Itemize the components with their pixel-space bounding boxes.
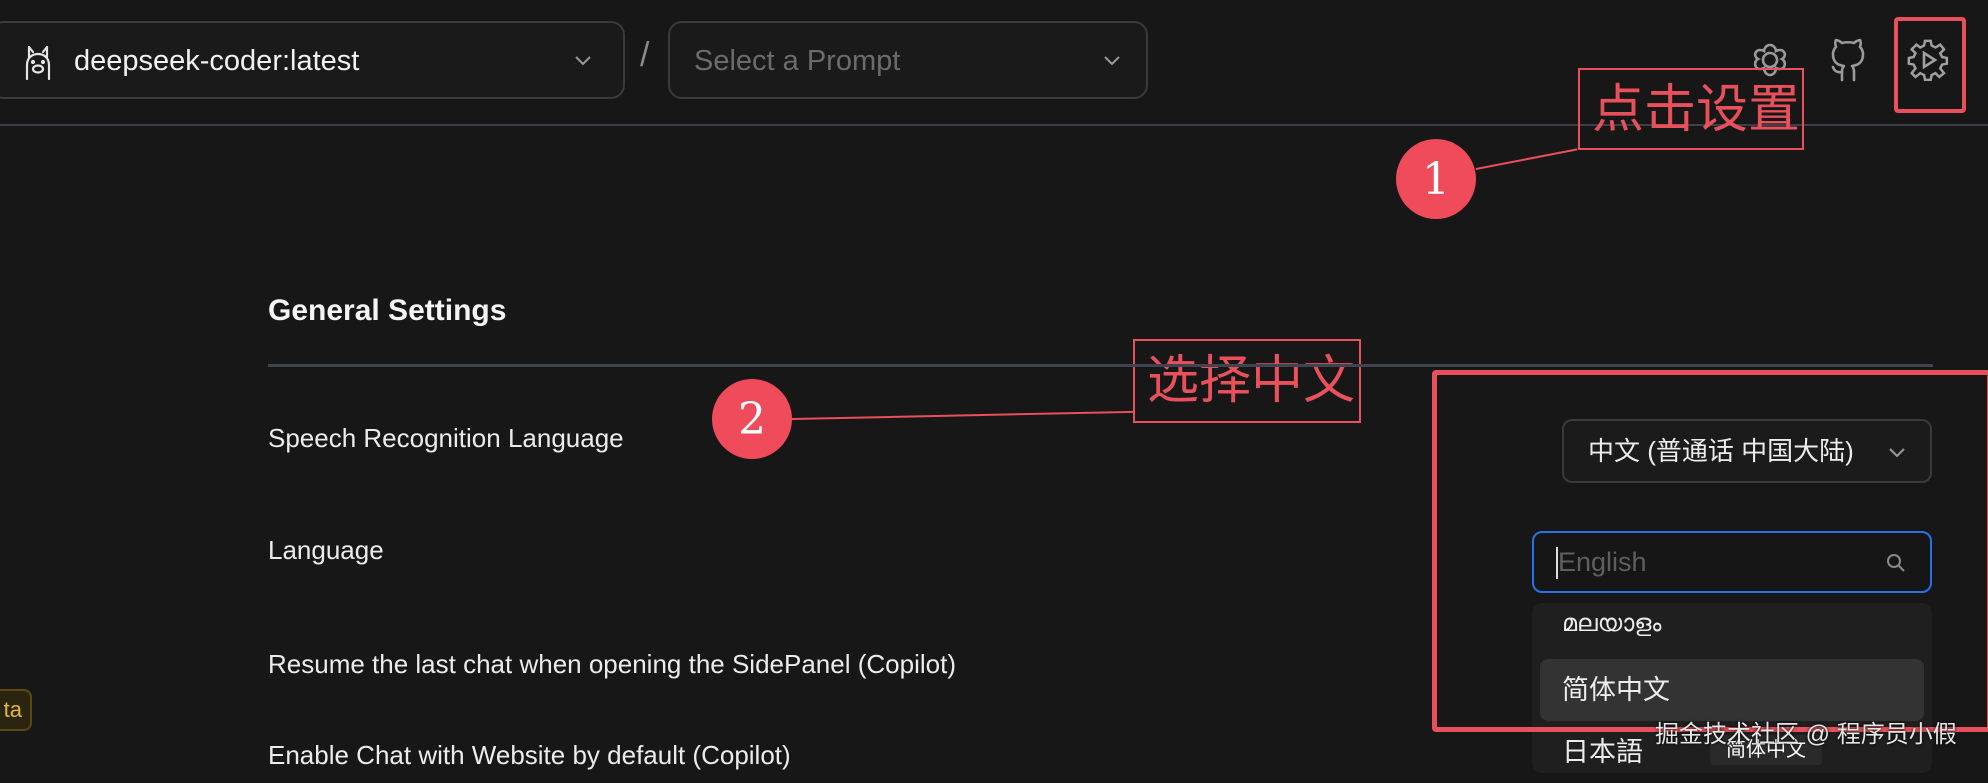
model-select[interactable]: deepseek-coder:latest [0, 21, 625, 99]
speech-language-label: Speech Recognition Language [268, 423, 624, 453]
chat-with-website-label: Enable Chat with Website by default (Cop… [268, 740, 791, 770]
chevron-down-icon [1104, 56, 1120, 66]
beta-badge: ta [0, 689, 32, 731]
section-title: General Settings [268, 294, 507, 327]
header-separator: / [640, 36, 650, 74]
settings-highlight-box [1894, 17, 1966, 113]
step2-label-box: 选择中文 [1133, 339, 1361, 423]
step1-label-box: 点击设置 [1578, 68, 1804, 150]
language-label: Language [268, 535, 384, 565]
model-select-value: deepseek-coder:latest [74, 45, 360, 77]
section-divider [268, 364, 1933, 367]
llama-icon [25, 45, 51, 81]
language-highlight-box [1432, 370, 1988, 732]
prompt-select[interactable]: Select a Prompt [668, 21, 1148, 99]
prompt-select-placeholder: Select a Prompt [694, 45, 901, 77]
step1-badge: 1 [1396, 139, 1476, 219]
step1-connector [1475, 148, 1578, 170]
github-icon[interactable] [1826, 36, 1870, 84]
step2-connector [791, 410, 1134, 420]
chevron-down-icon [575, 56, 591, 66]
step2-label: 选择中文 [1147, 352, 1356, 410]
resume-chat-label: Resume the last chat when opening the Si… [268, 649, 956, 679]
step2-badge: 2 [712, 379, 792, 459]
watermark: 掘金技术社区 @ 程序员小假 [1655, 721, 1957, 748]
step1-label: 点击设置 [1592, 81, 1801, 139]
